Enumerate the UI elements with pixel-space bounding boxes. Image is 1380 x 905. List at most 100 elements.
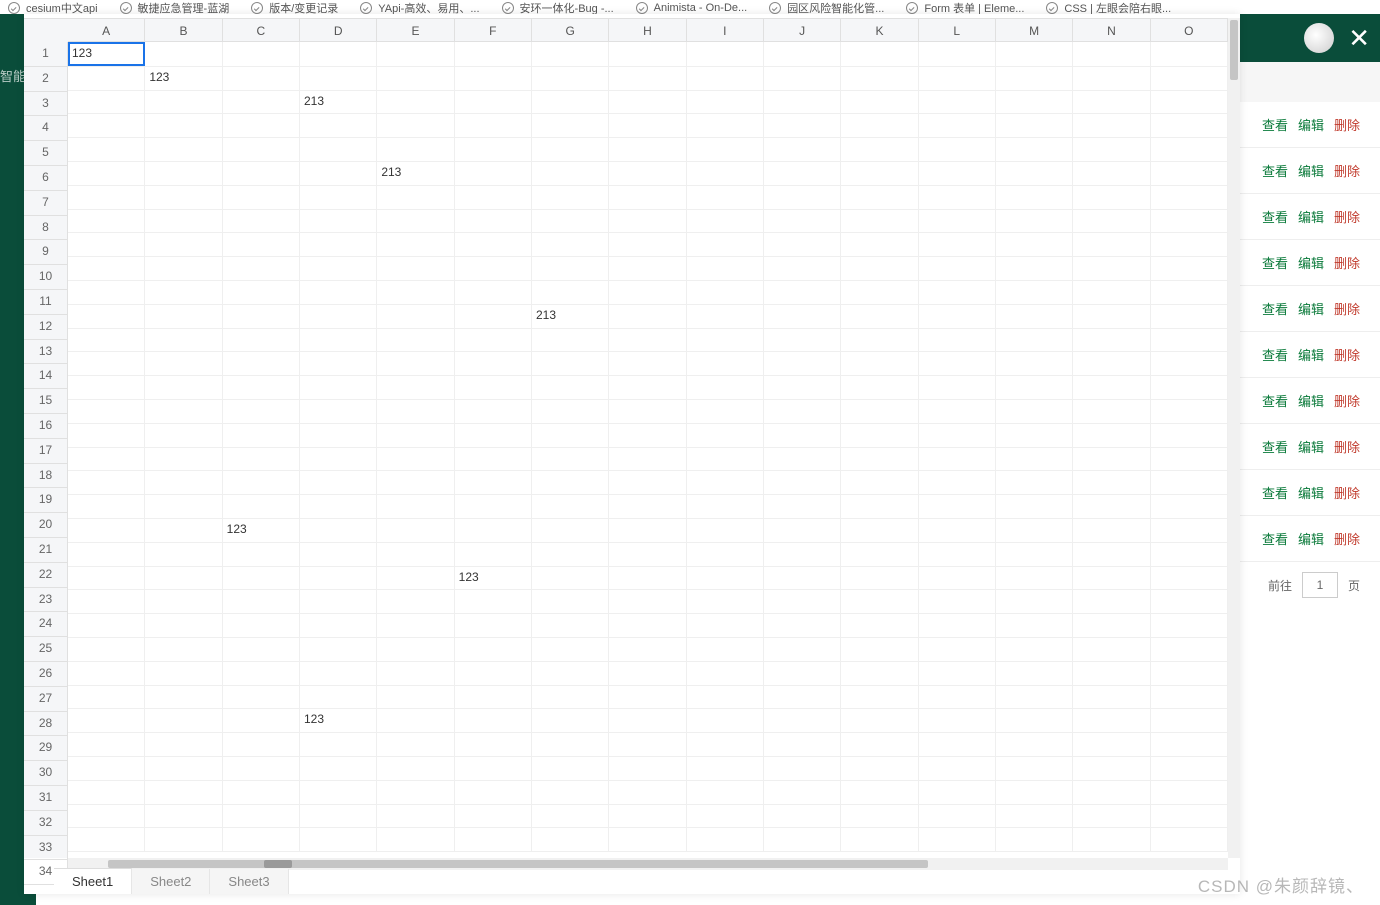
cell[interactable] <box>68 328 145 352</box>
cell[interactable] <box>455 328 532 352</box>
cell[interactable] <box>841 304 918 328</box>
cell[interactable] <box>1151 470 1228 494</box>
cell[interactable] <box>377 423 454 447</box>
column-header[interactable]: C <box>223 18 300 42</box>
cell[interactable] <box>145 113 222 137</box>
cell[interactable] <box>841 542 918 566</box>
cell[interactable] <box>68 209 145 233</box>
cell[interactable] <box>687 113 764 137</box>
cell[interactable] <box>1151 232 1228 256</box>
cell[interactable] <box>145 42 222 66</box>
cell[interactable] <box>300 232 377 256</box>
row-header[interactable]: 15 <box>24 389 68 414</box>
edit-link[interactable]: 编辑 <box>1298 391 1324 410</box>
cell[interactable] <box>145 827 222 851</box>
cell[interactable] <box>609 42 686 66</box>
cell[interactable] <box>455 351 532 375</box>
cell[interactable] <box>532 518 609 542</box>
cell[interactable] <box>455 232 532 256</box>
cell[interactable] <box>68 137 145 161</box>
cell[interactable] <box>609 732 686 756</box>
cell[interactable] <box>764 399 841 423</box>
cell[interactable] <box>1073 637 1150 661</box>
cell[interactable] <box>996 375 1073 399</box>
row-header[interactable]: 7 <box>24 191 68 216</box>
view-link[interactable]: 查看 <box>1262 299 1288 318</box>
cell[interactable] <box>1073 304 1150 328</box>
cell[interactable] <box>223 113 300 137</box>
column-header[interactable]: B <box>145 18 222 42</box>
cell[interactable] <box>1073 732 1150 756</box>
cell[interactable] <box>841 280 918 304</box>
delete-link[interactable]: 删除 <box>1334 437 1360 456</box>
cell[interactable] <box>145 90 222 114</box>
delete-link[interactable]: 删除 <box>1334 253 1360 272</box>
cell[interactable] <box>377 708 454 732</box>
cell[interactable] <box>996 161 1073 185</box>
cell[interactable] <box>377 209 454 233</box>
cell[interactable] <box>532 447 609 471</box>
row-header[interactable]: 19 <box>24 488 68 513</box>
cell[interactable] <box>455 90 532 114</box>
cell[interactable] <box>455 42 532 66</box>
cell[interactable] <box>919 328 996 352</box>
cell[interactable] <box>1073 827 1150 851</box>
column-headers[interactable]: ABCDEFGHIJKLMNO <box>68 18 1228 42</box>
cell[interactable] <box>1073 256 1150 280</box>
cell[interactable] <box>1151 304 1228 328</box>
cell[interactable] <box>687 42 764 66</box>
edit-link[interactable]: 编辑 <box>1298 483 1324 502</box>
cell[interactable] <box>223 375 300 399</box>
cell[interactable] <box>996 756 1073 780</box>
cell[interactable] <box>300 209 377 233</box>
row-header[interactable]: 18 <box>24 464 68 489</box>
cell[interactable] <box>300 375 377 399</box>
cell[interactable] <box>919 423 996 447</box>
cell[interactable] <box>455 209 532 233</box>
cell[interactable] <box>455 685 532 709</box>
cell[interactable] <box>377 637 454 661</box>
cell[interactable] <box>455 827 532 851</box>
cell[interactable] <box>532 685 609 709</box>
cell[interactable] <box>841 708 918 732</box>
cell[interactable] <box>223 232 300 256</box>
cell[interactable] <box>68 732 145 756</box>
cell[interactable] <box>455 375 532 399</box>
cell[interactable] <box>145 780 222 804</box>
cell[interactable] <box>1073 589 1150 613</box>
cell[interactable] <box>377 470 454 494</box>
cell[interactable] <box>223 756 300 780</box>
cell[interactable] <box>841 732 918 756</box>
cell[interactable] <box>764 827 841 851</box>
select-all-corner[interactable] <box>24 18 69 44</box>
cell[interactable] <box>300 351 377 375</box>
cell[interactable] <box>996 661 1073 685</box>
cell[interactable] <box>455 637 532 661</box>
cell[interactable] <box>300 399 377 423</box>
cell[interactable] <box>532 756 609 780</box>
cell[interactable] <box>687 685 764 709</box>
cell[interactable] <box>996 185 1073 209</box>
cell[interactable] <box>68 827 145 851</box>
cell[interactable] <box>764 661 841 685</box>
cell[interactable] <box>1073 328 1150 352</box>
cell[interactable] <box>609 589 686 613</box>
cell[interactable] <box>1073 161 1150 185</box>
view-link[interactable]: 查看 <box>1262 115 1288 134</box>
cell[interactable] <box>532 66 609 90</box>
cell[interactable]: 123 <box>300 708 377 732</box>
cell[interactable] <box>300 328 377 352</box>
cell[interactable] <box>68 780 145 804</box>
edit-link[interactable]: 编辑 <box>1298 253 1324 272</box>
cell[interactable] <box>1073 780 1150 804</box>
cell[interactable] <box>455 161 532 185</box>
cell[interactable]: 123 <box>455 566 532 590</box>
cell[interactable] <box>68 423 145 447</box>
row-header[interactable]: 6 <box>24 166 68 191</box>
cell[interactable] <box>68 613 145 637</box>
cell[interactable] <box>1151 827 1228 851</box>
cell[interactable] <box>609 161 686 185</box>
cell[interactable] <box>919 280 996 304</box>
cell[interactable] <box>1151 708 1228 732</box>
cell[interactable] <box>377 351 454 375</box>
